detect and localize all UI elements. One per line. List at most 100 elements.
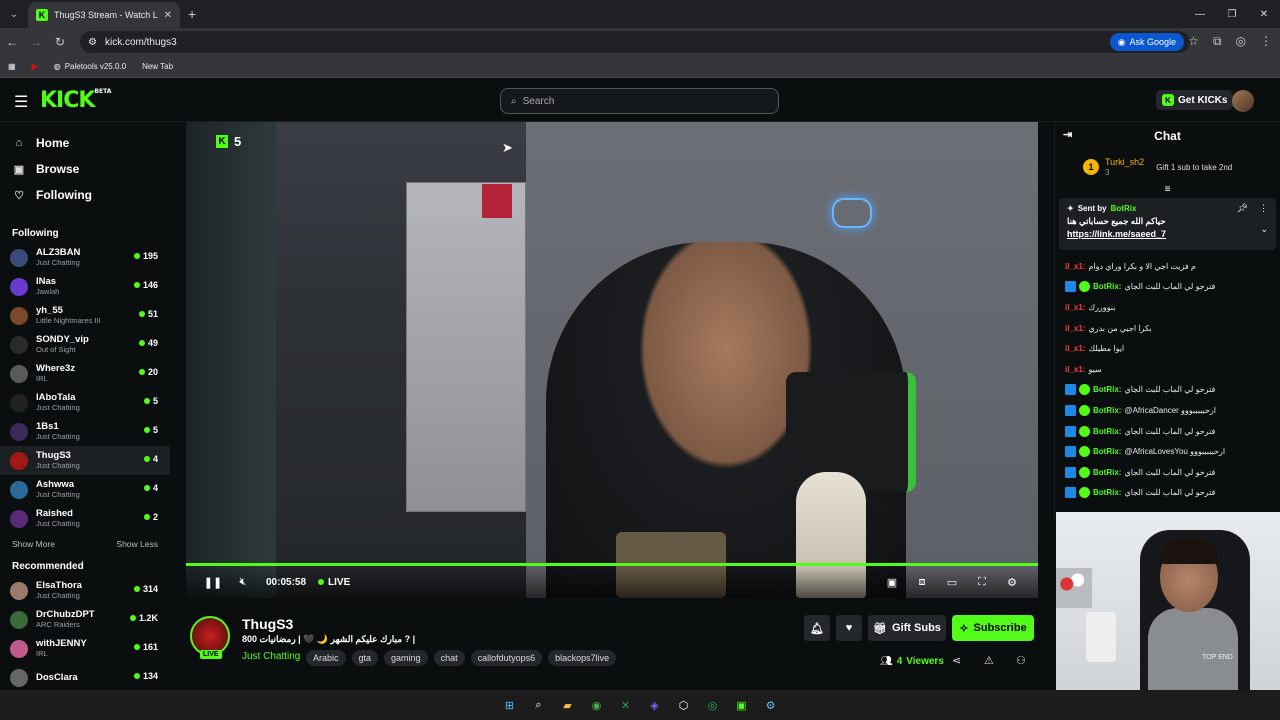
show-more-button[interactable]: Show More: [12, 539, 55, 549]
discord-icon[interactable]: ◈: [645, 696, 664, 715]
get-kicks-button[interactable]: K Get KICKs: [1156, 90, 1234, 110]
kick-logo[interactable]: KICKBETA: [40, 88, 111, 113]
spotify-icon[interactable]: ◎: [703, 696, 722, 715]
chat-message[interactable]: BotRix: فترحو لي الماب للبث الجاي: [1065, 483, 1270, 504]
streamer-name[interactable]: ThugS3: [242, 616, 293, 632]
sidebar-channel[interactable]: INas Jawlah 146: [0, 272, 170, 301]
unpin-icon[interactable]: 📌︎: [1237, 203, 1248, 214]
share-icon[interactable]: ⋖: [952, 654, 961, 667]
top-gifter[interactable]: 1 Turki_sh2 3 Gift 1 sub to take 2nd: [1055, 150, 1280, 184]
clip-icon[interactable]: ⧈: [910, 576, 934, 589]
chat-message[interactable]: il_x1: بنووررك: [1065, 297, 1270, 318]
chat-username[interactable]: il_x1:: [1065, 303, 1085, 312]
tag-pill[interactable]: gta: [351, 650, 379, 666]
follow-heart-button[interactable]: ♥: [836, 615, 862, 641]
settings-gear-icon[interactable]: ⚙: [1000, 576, 1024, 589]
report-icon[interactable]: ⚠: [984, 654, 994, 667]
chrome-icon[interactable]: ◉: [587, 696, 606, 715]
expand-leaderboard-icon[interactable]: ≡: [1055, 184, 1280, 196]
chat-username[interactable]: BotRix:: [1093, 488, 1121, 497]
sidebar-channel[interactable]: Raished Just Chatting 2: [0, 504, 170, 533]
chat-username[interactable]: BotRix:: [1093, 468, 1121, 477]
ask-google-button[interactable]: ◉ Ask Google: [1109, 33, 1184, 51]
sidebar-channel[interactable]: withJENNY IRL 161: [0, 634, 170, 663]
user-add-icon[interactable]: ⚇: [1016, 654, 1026, 667]
sidebar-channel[interactable]: Where3z IRL 20: [0, 359, 170, 388]
chat-message[interactable]: BotRix: فترحو لي الماب للبث الجاي: [1065, 277, 1270, 298]
app-icon[interactable]: ⬡: [674, 696, 693, 715]
sidebar-channel[interactable]: Ashwwa Just Chatting 4: [0, 475, 170, 504]
chat-message[interactable]: il_x1: بكرا اجيي من بدري: [1065, 318, 1270, 339]
subscribe-button[interactable]: ✧ Subscribe: [952, 615, 1034, 641]
user-avatar[interactable]: [1232, 90, 1254, 112]
sidebar-channel[interactable]: DrChubzDPT ARC Raiders 1.2K: [0, 605, 170, 634]
show-less-button[interactable]: Show Less: [116, 539, 158, 549]
bookmark-paletools[interactable]: ◍ Paletools v25.0.0: [54, 62, 126, 71]
nav-browse[interactable]: ▣ Browse: [0, 156, 170, 182]
search-taskbar-icon[interactable]: ⌕: [529, 696, 548, 715]
chat-username[interactable]: il_x1:: [1065, 262, 1085, 271]
close-window-icon[interactable]: ✕: [1248, 0, 1280, 28]
pause-icon[interactable]: ❚❚: [198, 576, 228, 589]
new-tab-icon[interactable]: +: [188, 6, 196, 22]
gift-subs-button[interactable]: 🎁︎ Gift Subs: [868, 615, 946, 641]
close-tab-icon[interactable]: ✕: [164, 10, 172, 21]
nav-following[interactable]: ♡ Following: [0, 182, 170, 208]
miniplayer-icon[interactable]: ▣: [880, 576, 904, 589]
tag-pill[interactable]: chat: [433, 650, 465, 666]
chat-message[interactable]: BotRix: فترحو لي الماب للبث الجاي: [1065, 380, 1270, 401]
notification-bell-button[interactable]: 🔔︎: [804, 615, 830, 641]
live-indicator[interactable]: LIVE: [318, 577, 350, 588]
chat-username[interactable]: BotRix:: [1093, 447, 1121, 456]
more-options-icon[interactable]: ⋮: [1259, 203, 1268, 214]
chat-username[interactable]: il_x1:: [1065, 324, 1085, 333]
minimize-icon[interactable]: —: [1184, 0, 1216, 28]
tag-pill[interactable]: gaming: [384, 650, 428, 666]
pinned-link[interactable]: https://link.me/saeed_7: [1067, 229, 1268, 239]
reload-icon[interactable]: ↻: [48, 35, 72, 49]
search-input[interactable]: ⌕ Search: [500, 88, 779, 114]
fullscreen-icon[interactable]: ⛶: [970, 576, 994, 589]
xbox-icon[interactable]: ✕: [616, 696, 635, 715]
sidebar-channel[interactable]: yh_55 Little Nightmares III 51: [0, 301, 170, 330]
windows-start-icon[interactable]: ⊞: [500, 696, 519, 715]
restore-icon[interactable]: ❐: [1216, 0, 1248, 28]
extensions-icon[interactable]: ⧉: [1213, 34, 1222, 49]
theater-mode-icon[interactable]: ▭: [940, 576, 964, 589]
stream-category[interactable]: Just Chatting: [242, 651, 300, 662]
bookmark-new-tab[interactable]: New Tab: [142, 62, 173, 71]
chat-message[interactable]: BotRix: فترحو لي الماب للبث الجاي: [1065, 421, 1270, 442]
video-player[interactable]: K 5 ➤ ❚❚ 🔇︎ 00:05:58 LIVE ▣ ⧈ ▭ ⛶ ⚙: [186, 122, 1038, 598]
chat-message[interactable]: il_x1: سيو: [1065, 359, 1270, 380]
chat-message[interactable]: BotRix: @AfricaDancer ارحبببببووو: [1065, 400, 1270, 421]
back-icon[interactable]: ←: [0, 35, 24, 49]
chat-username[interactable]: il_x1:: [1065, 365, 1085, 374]
tag-pill[interactable]: Arabic: [306, 650, 346, 666]
chat-username[interactable]: il_x1:: [1065, 344, 1085, 353]
sidebar-channel[interactable]: ALZ3BAN Just Chatting 195: [0, 243, 170, 272]
bookmark-star-icon[interactable]: ☆: [1188, 34, 1199, 49]
browser-tab[interactable]: K ThugS3 Stream - Watch Live on ✕: [28, 2, 180, 28]
chat-username[interactable]: BotRix:: [1093, 427, 1121, 436]
profile-icon[interactable]: ◎: [1236, 34, 1246, 49]
site-info-icon[interactable]: ⚙: [88, 37, 97, 48]
steam-icon[interactable]: ⚙: [761, 696, 780, 715]
chat-message[interactable]: BotRix: @AfricaLovesYou ارحبببببووو: [1065, 441, 1270, 462]
tag-pill[interactable]: callofdutyops6: [470, 650, 543, 666]
chat-username[interactable]: BotRix:: [1093, 385, 1121, 394]
forward-icon[interactable]: →: [24, 35, 48, 49]
sidebar-channel[interactable]: ThugS3 Just Chatting 4: [0, 446, 170, 475]
mute-icon[interactable]: 🔇︎: [228, 576, 258, 589]
chat-username[interactable]: BotRix:: [1093, 406, 1121, 415]
collapse-chat-icon[interactable]: ⇥: [1063, 128, 1072, 141]
kick-app-icon[interactable]: ▣: [732, 696, 751, 715]
sidebar-channel[interactable]: 1Bs1 Just Chatting 5: [0, 417, 170, 446]
sidebar-channel[interactable]: DosClara 134: [0, 663, 170, 690]
chat-message[interactable]: BotRix: فترحو لي الماب للبث الجاي: [1065, 462, 1270, 483]
apps-grid-icon[interactable]: ▦: [8, 62, 16, 71]
hamburger-menu-icon[interactable]: ☰: [14, 92, 28, 112]
sidebar-channel[interactable]: lAboTala Just Chatting 5: [0, 388, 170, 417]
tag-pill[interactable]: blackops7live: [548, 650, 617, 666]
pinned-message[interactable]: ✦ Sent by BotRix حياكم الله جميع حساباتي…: [1059, 198, 1276, 250]
menu-dots-icon[interactable]: ⋮: [1260, 34, 1272, 49]
